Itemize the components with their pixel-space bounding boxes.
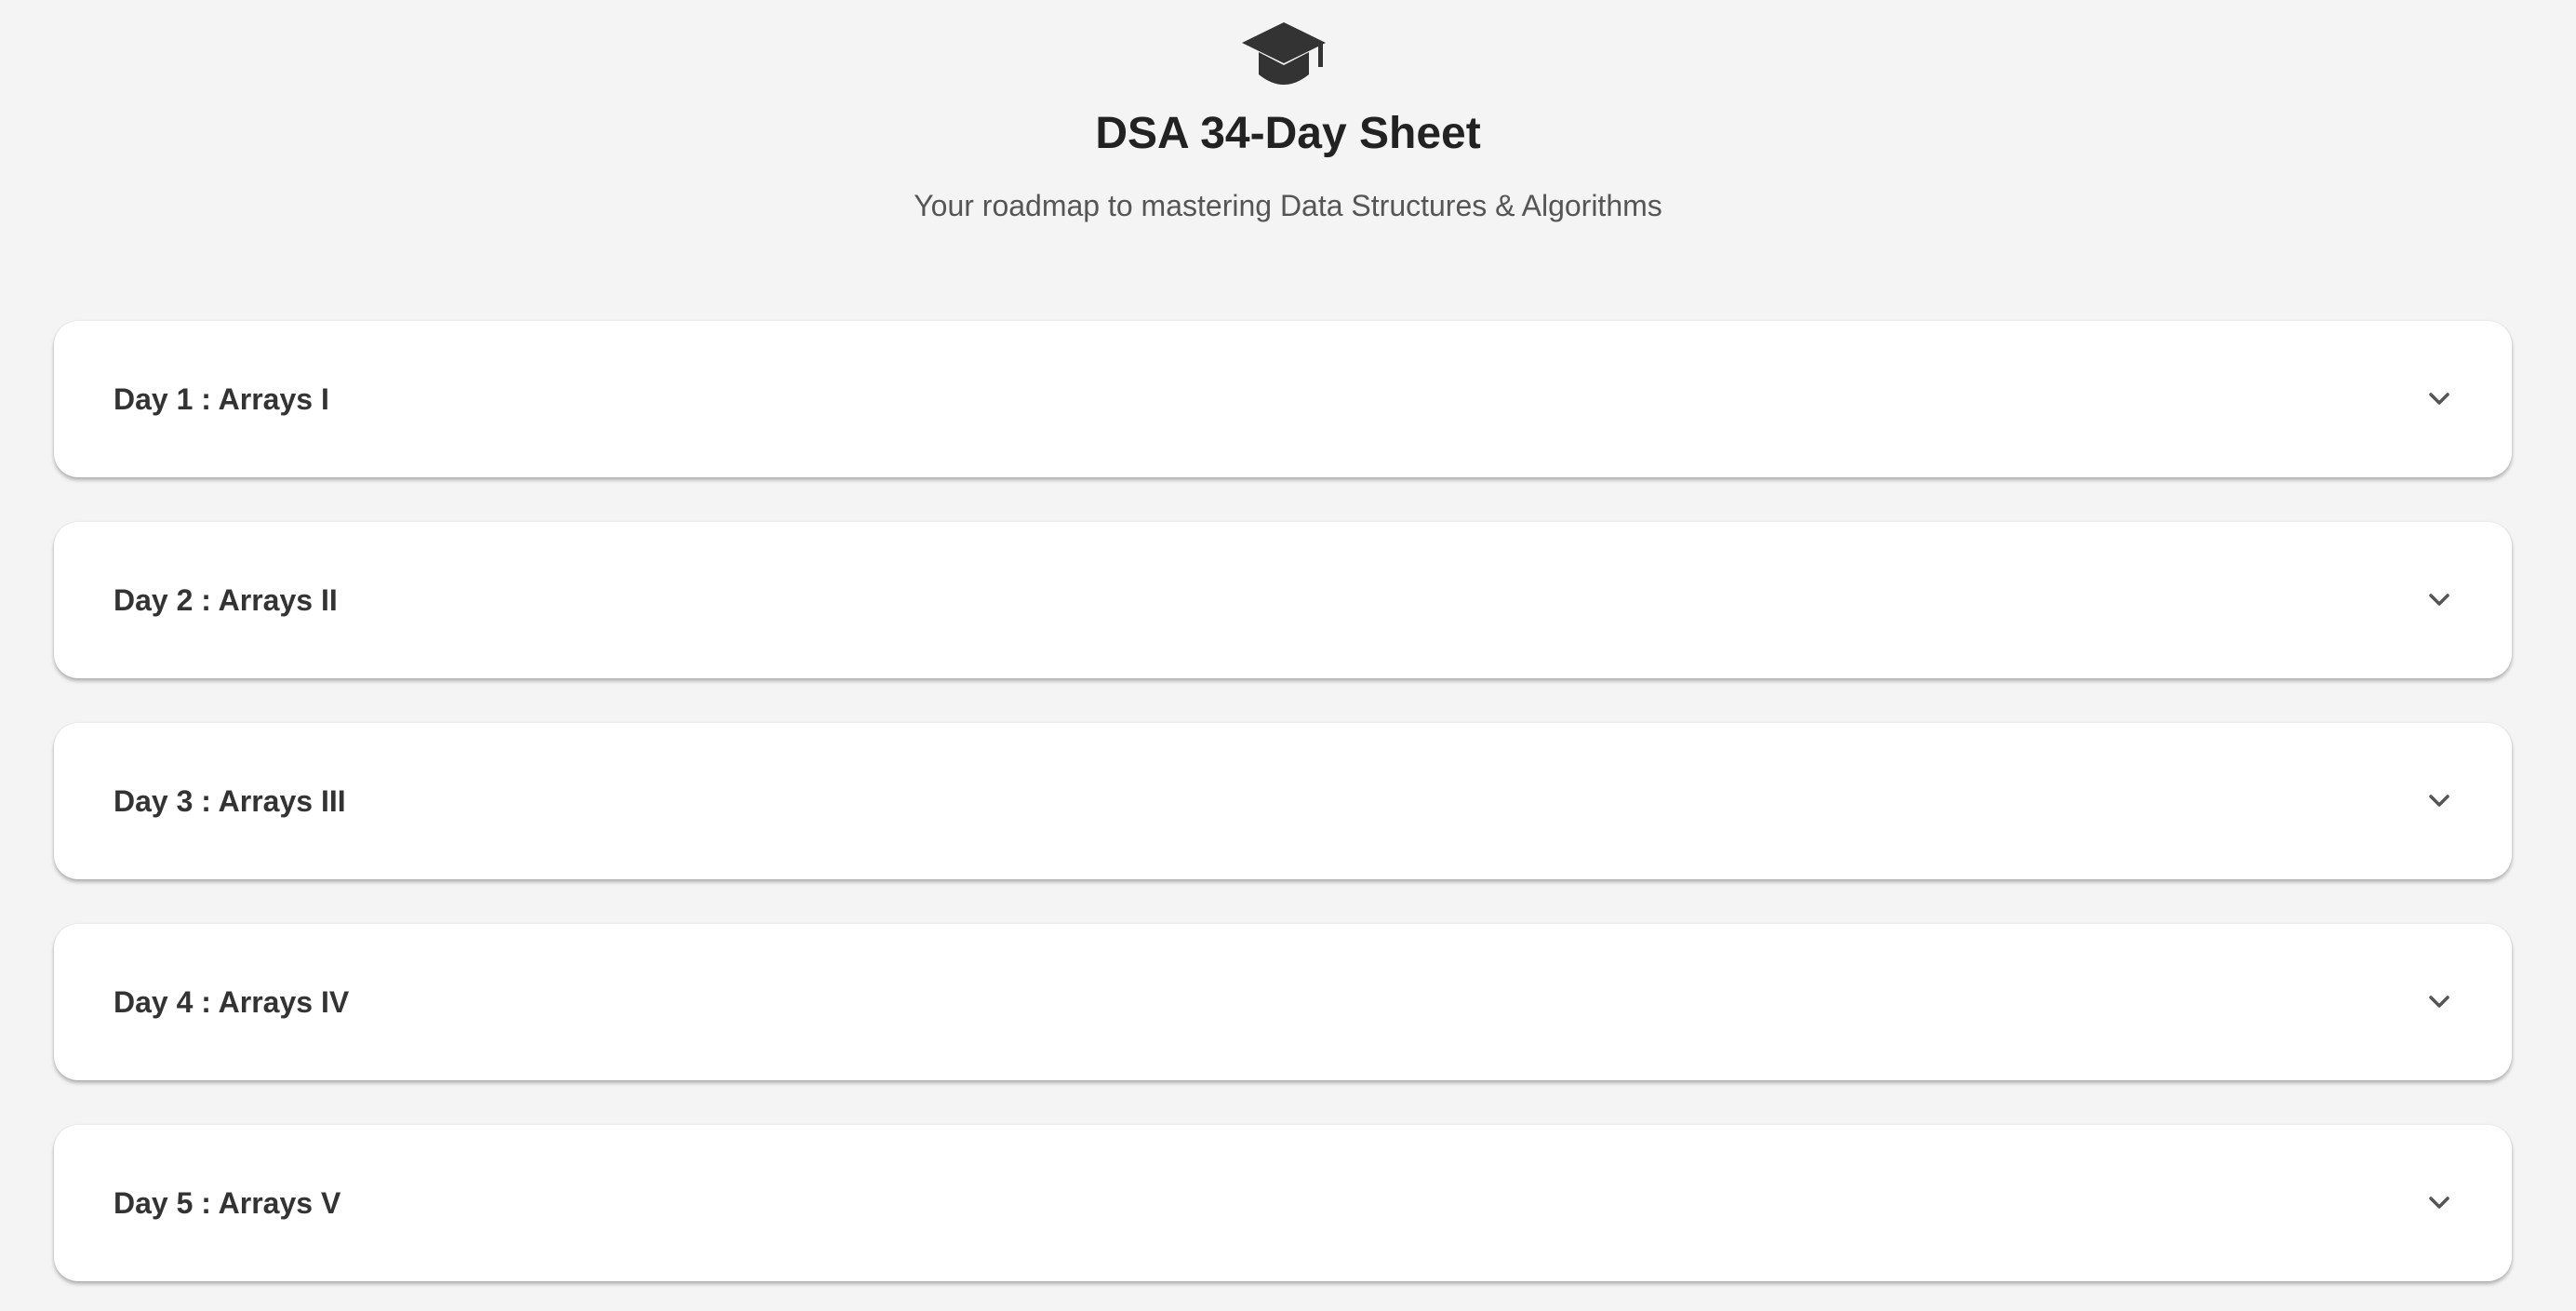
day-card-label: Day 2 : Arrays II xyxy=(113,583,338,617)
chevron-down-icon[interactable] xyxy=(2426,788,2452,814)
day-card-3[interactable]: Day 3 : Arrays III xyxy=(54,723,2512,879)
page-subtitle: Your roadmap to mastering Data Structure… xyxy=(914,189,1662,222)
day-card-1[interactable]: Day 1 : Arrays I xyxy=(54,321,2512,477)
chevron-down-icon[interactable] xyxy=(2426,1190,2452,1216)
page: DSA 34-Day Sheet Your roadmap to masteri… xyxy=(0,0,2576,1311)
day-card-label: Day 5 : Arrays V xyxy=(113,1186,341,1220)
chevron-down-icon[interactable] xyxy=(2426,989,2452,1015)
day-card-label: Day 3 : Arrays III xyxy=(113,784,346,818)
day-card-label: Day 4 : Arrays IV xyxy=(113,985,350,1019)
page-title: DSA 34-Day Sheet xyxy=(1095,109,1481,158)
day-card-5[interactable]: Day 5 : Arrays V xyxy=(54,1125,2512,1281)
graduation-cap-icon xyxy=(1242,22,1326,85)
day-card-2[interactable]: Day 2 : Arrays II xyxy=(54,522,2512,678)
chevron-down-icon[interactable] xyxy=(2426,587,2452,613)
chevron-down-icon[interactable] xyxy=(2426,386,2452,412)
day-list: Day 1 : Arrays I Day 2 : Arrays II Day 3… xyxy=(54,321,2512,1311)
day-card-4[interactable]: Day 4 : Arrays IV xyxy=(54,924,2512,1080)
day-card-label: Day 1 : Arrays I xyxy=(113,382,329,416)
